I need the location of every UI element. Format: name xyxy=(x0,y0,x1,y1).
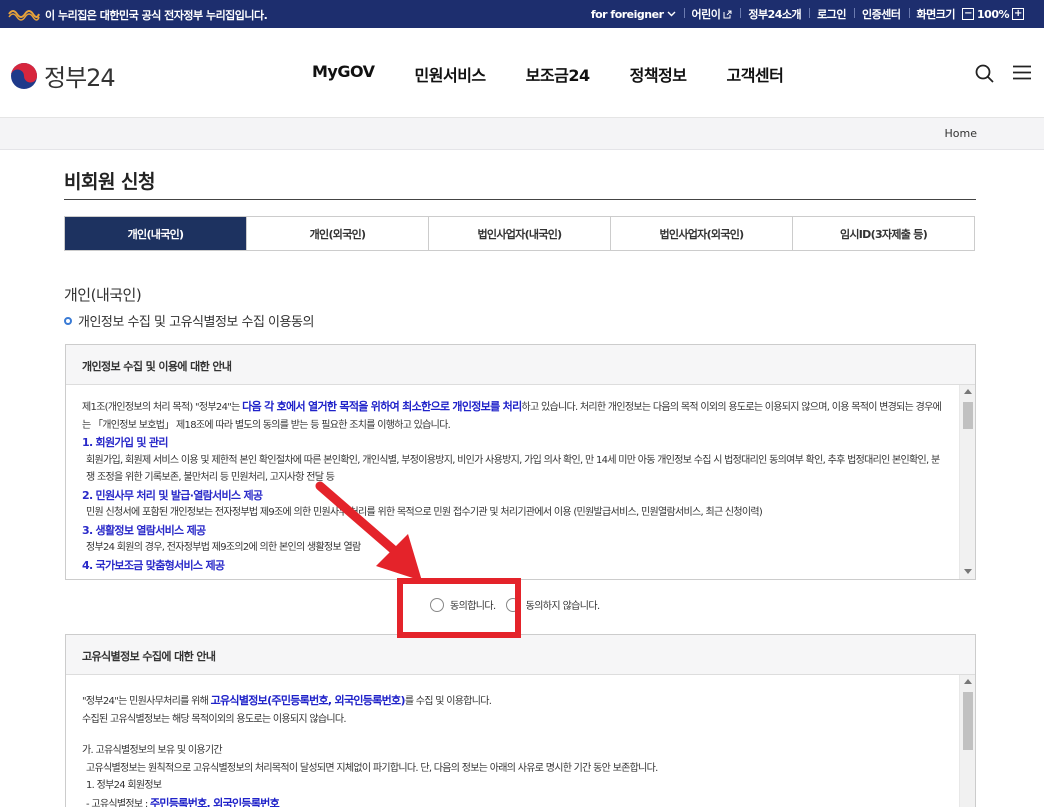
gov-notice-bar: 이 누리집은 대한민국 공식 전자정부 누리집입니다. for foreigne… xyxy=(0,0,1044,28)
privacy-article-1: 제1조(개인정보의 처리 목적) "정부24"는 다음 각 호에서 열거한 목적… xyxy=(82,398,945,434)
zoom-in-button[interactable]: + xyxy=(1012,8,1024,20)
applicant-type-tabs: 개인(내국인) 개인(외국인) 법인사업자(내국인) 법인사업자(외국인) 임시… xyxy=(64,216,975,251)
zoom-out-button[interactable]: − xyxy=(962,8,975,20)
tab-business-korean[interactable]: 법인사업자(내국인) xyxy=(428,217,610,250)
nav-mygov[interactable]: MyGOV xyxy=(312,62,375,86)
subsection-heading: 개인정보 수집 및 고유식별정보 수집 이용동의 xyxy=(64,311,314,330)
privacy-notice-box: 개인정보 수집 및 이용에 대한 안내 제1조(개인정보의 처리 목적) "정부… xyxy=(65,344,976,580)
privacy-p1-highlight: 다음 각 호에서 열거한 목적을 위하여 최소한으로 개인정보를 처리 xyxy=(242,400,522,413)
login-link[interactable]: 로그인 xyxy=(809,6,854,22)
breadcrumb-home[interactable]: Home xyxy=(945,127,977,140)
privacy-notice-content[interactable]: 제1조(개인정보의 처리 목적) "정부24"는 다음 각 호에서 열거한 목적… xyxy=(66,385,975,579)
unique-p1-text: "정부24"는 민원사무처리를 위해 xyxy=(82,696,211,707)
cert-center-link[interactable]: 인증센터 xyxy=(854,6,908,22)
privacy-section-3-title: 3. 생활정보 열람서비스 제공 xyxy=(82,523,206,537)
unique-p2: 수집된 고유식별정보는 해당 목적이외의 용도로는 이용되지 않습니다. xyxy=(82,713,347,725)
logo-text: 정부24 xyxy=(44,64,116,92)
unique-p1-highlight: 고유식별정보(주민등록번호, 외국인등록번호) xyxy=(210,694,406,707)
for-foreigner-link[interactable]: for foreigner xyxy=(583,8,684,21)
nav-subsidy24[interactable]: 보조금24 xyxy=(526,62,590,86)
subsection-label: 개인정보 수집 및 고유식별정보 수집 이용동의 xyxy=(78,315,314,330)
privacy-section-2-title: 2. 민원사무 처리 및 발급·열람서비스 제공 xyxy=(82,488,263,502)
scroll-up-arrow-icon[interactable] xyxy=(964,679,972,684)
privacy-section-2-body: 민원 신청서에 포함된 개인정보는 전자정부법 제9조에 의한 민원사무 처리를… xyxy=(86,507,763,518)
official-site-notice: 이 누리집은 대한민국 공식 전자정부 누리집입니다. xyxy=(45,9,268,22)
zoom-label: 화면크기 xyxy=(916,8,956,21)
about-gov24-link[interactable]: 정부24소개 xyxy=(740,6,809,22)
privacy-section-3-body: 정부24 회원의 경우, 전자정부법 제9조의2에 의한 본인의 생활정보 열람 xyxy=(86,542,361,553)
scroll-down-arrow-icon[interactable] xyxy=(964,569,972,574)
unique-p3: 가. 고유식별정보의 보유 및 이용기간 xyxy=(82,745,223,756)
nav-policy-info[interactable]: 정책정보 xyxy=(630,62,687,86)
tab-individual-korean[interactable]: 개인(내국인) xyxy=(65,217,246,250)
korea-gov-mark-icon xyxy=(8,10,40,21)
tab-temporary-id[interactable]: 임시ID(3자제출 등) xyxy=(792,217,974,250)
unique-id-notice-box: 고유식별정보 수집에 대한 안내 "정부24"는 민원사무처리를 위해 고유식별… xyxy=(65,634,976,807)
section-heading: 개인(내국인) xyxy=(64,286,142,304)
privacy-section-1-body: 회원가입, 회원제 서비스 이용 및 제한적 본인 확인절차에 따른 본인확인,… xyxy=(86,454,940,484)
unique-id-notice-heading: 고유식별정보 수집에 대한 안내 xyxy=(66,635,975,675)
privacy-section-4-title: 4. 국가보조금 맞춤형서비스 제공 xyxy=(82,558,225,572)
scroll-thumb[interactable] xyxy=(963,402,973,429)
privacy-section-1-title: 1. 회원가입 및 관리 xyxy=(82,436,168,449)
tab-business-foreigner[interactable]: 법인사업자(외국인) xyxy=(610,217,792,250)
privacy-p1-text: 제1조(개인정보의 처리 목적) "정부24"는 xyxy=(82,402,243,413)
red-highlight-box xyxy=(397,578,521,638)
unique-p4: 고유식별정보는 원칙적으로 고유식별정보의 처리목적이 달성되면 지체없이 파기… xyxy=(86,762,658,774)
search-icon[interactable] xyxy=(975,64,994,83)
zoom-control: 화면크기 − 100% + xyxy=(908,6,1032,22)
chevron-down-icon xyxy=(667,11,675,17)
unique-p6-label: - 고유식별정보 : xyxy=(86,798,151,807)
scroll-thumb[interactable] xyxy=(963,692,973,750)
unique-p1: "정부24"는 민원사무처리를 위해 고유식별정보(주민등록번호, 외국인등록번… xyxy=(82,692,945,711)
kids-label: 어린이 xyxy=(691,8,721,21)
site-header: 정부24 MyGOV 민원서비스 보조금24 정책정보 고객센터 xyxy=(0,28,1044,118)
nav-civil-service[interactable]: 민원서비스 xyxy=(415,62,487,86)
taegeuk-logo-icon xyxy=(11,62,37,89)
unique-id-notice-content[interactable]: "정부24"는 민원사무처리를 위해 고유식별정보(주민등록번호, 외국인등록번… xyxy=(66,675,975,807)
unique-p5: 1. 정부24 회원정보 xyxy=(86,780,162,791)
for-foreigner-label: for foreigner xyxy=(590,7,664,21)
tab-individual-foreigner[interactable]: 개인(외국인) xyxy=(246,217,428,250)
main-nav: MyGOV 민원서비스 보조금24 정책정보 고객센터 xyxy=(312,62,823,86)
utility-links: for foreigner 어린이 정부24소개 로그인 인증센터 화면크기 −… xyxy=(583,0,1032,28)
unique-p1-tail: 를 수집 및 이용합니다. xyxy=(404,696,492,707)
kids-link[interactable]: 어린이 xyxy=(683,6,741,22)
unique-scrollbar[interactable] xyxy=(959,675,975,807)
external-link-icon xyxy=(723,10,732,18)
privacy-scrollbar[interactable] xyxy=(959,385,975,579)
breadcrumb: Home xyxy=(0,118,1044,150)
gov24-logo[interactable]: 정부24 xyxy=(10,58,116,93)
disagree-label: 동의하지 않습니다. xyxy=(525,601,601,612)
scroll-up-arrow-icon[interactable] xyxy=(964,389,972,394)
red-annotation-arrow-icon xyxy=(315,481,422,581)
unique-p6-highlight: 주민등록번호, 외국인등록번호 xyxy=(150,796,280,807)
title-divider xyxy=(64,199,976,200)
circle-bullet-icon xyxy=(64,316,72,325)
hamburger-menu-icon[interactable] xyxy=(1013,65,1031,80)
privacy-notice-heading: 개인정보 수집 및 이용에 대한 안내 xyxy=(66,345,975,385)
unique-p6: - 고유식별정보 : 주민등록번호, 외국인등록번호 xyxy=(82,795,945,807)
zoom-level: 100% xyxy=(977,7,1009,21)
nav-customer-center[interactable]: 고객센터 xyxy=(726,62,783,86)
page-title: 비회원 신청 xyxy=(64,171,156,193)
